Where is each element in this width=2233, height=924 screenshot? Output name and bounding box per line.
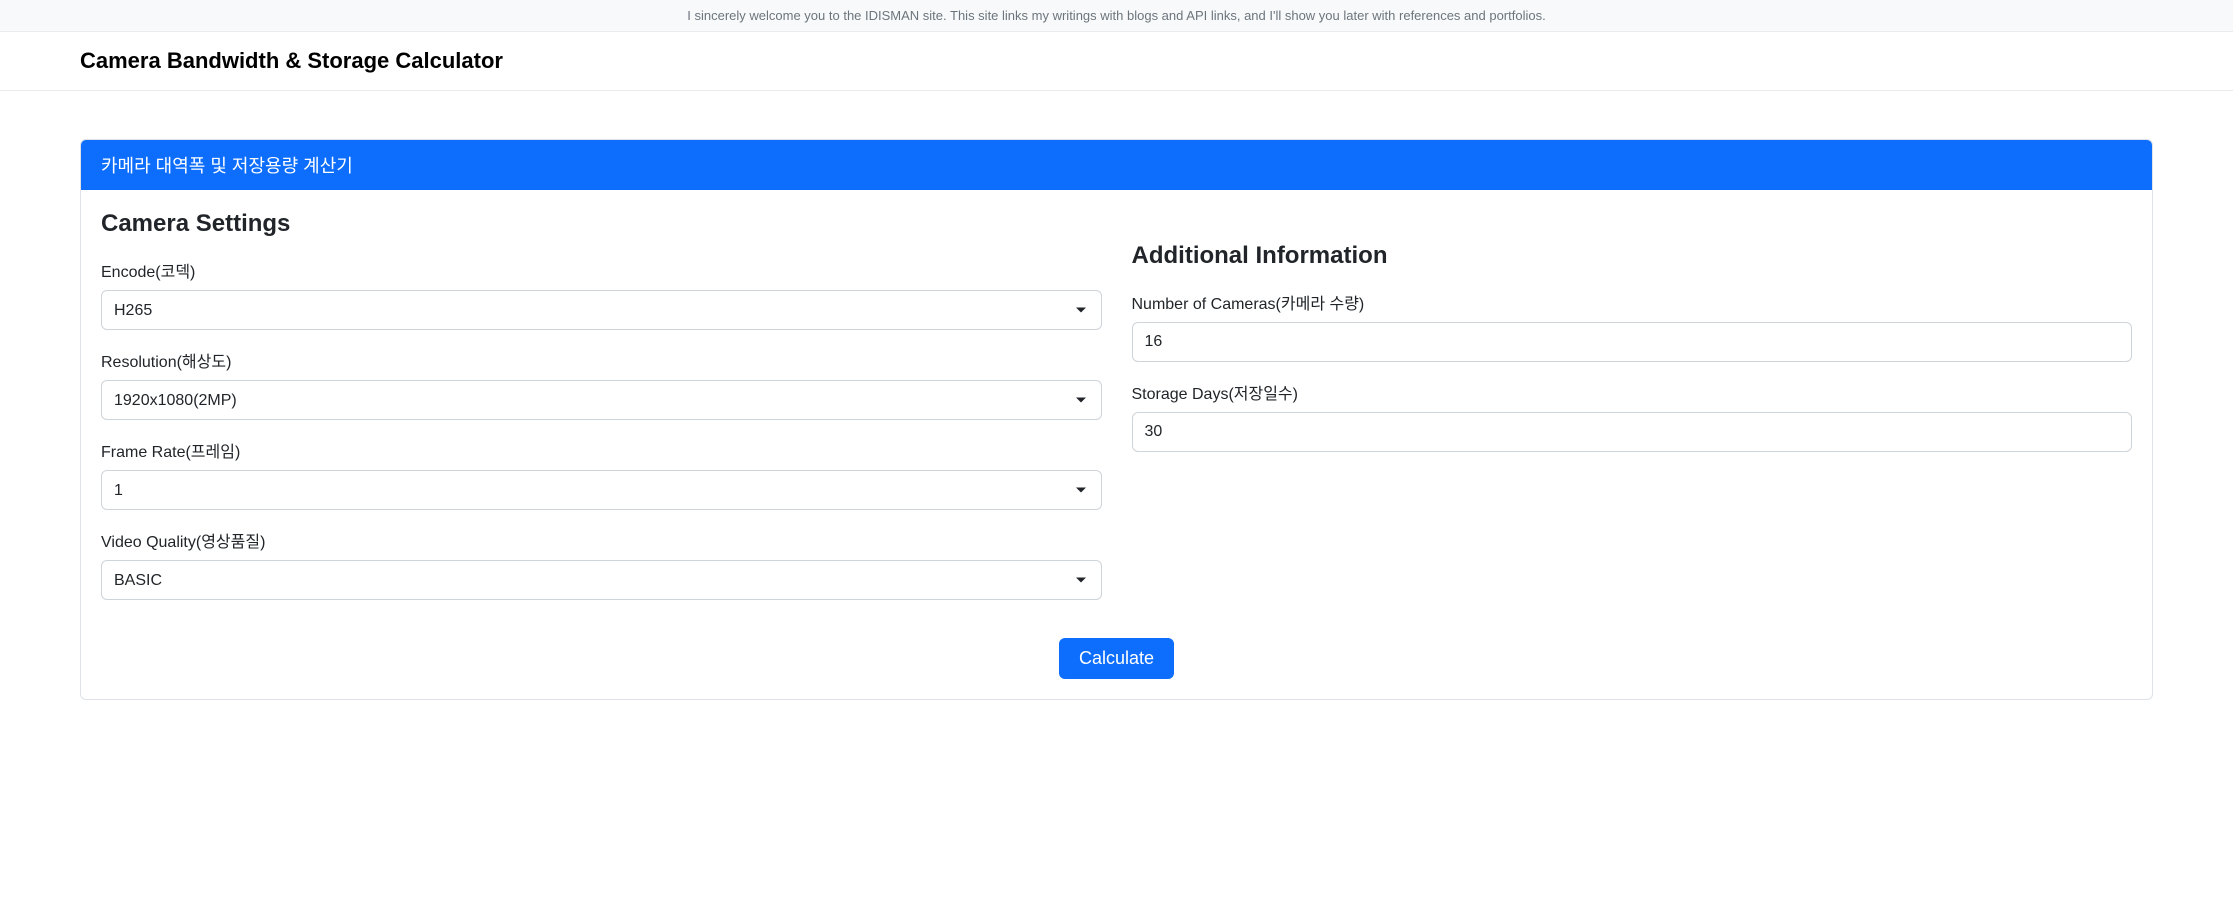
card-body: Camera Settings Encode(코덱) H265 Resoluti… [81,190,2152,699]
storage-days-input[interactable] [1132,412,2133,452]
encode-select[interactable]: H265 [101,290,1102,330]
card-header: 카메라 대역폭 및 저장용량 계산기 [81,140,2152,190]
framerate-label: Frame Rate(프레임) [101,438,1102,462]
camera-settings-column: Camera Settings Encode(코덱) H265 Resoluti… [101,210,1102,618]
quality-select[interactable]: BASIC [101,560,1102,600]
encode-label: Encode(코덱) [101,258,1102,282]
additional-info-title: Additional Information [1132,242,2133,270]
quality-label: Video Quality(영상품질) [101,528,1102,552]
framerate-select[interactable]: 1 [101,470,1102,510]
storage-days-label: Storage Days(저장일수) [1132,380,2133,404]
calculator-card: 카메라 대역폭 및 저장용량 계산기 Camera Settings Encod… [80,139,2153,700]
top-banner: I sincerely welcome you to the IDISMAN s… [0,0,2233,32]
storage-days-group: Storage Days(저장일수) [1132,380,2133,452]
num-cameras-group: Number of Cameras(카메라 수량) [1132,290,2133,362]
banner-text: I sincerely welcome you to the IDISMAN s… [687,8,1545,23]
num-cameras-input[interactable] [1132,322,2133,362]
navbar-title: Camera Bandwidth & Storage Calculator [0,48,2233,74]
calculate-button[interactable]: Calculate [1059,638,1174,679]
framerate-group: Frame Rate(프레임) 1 [101,438,1102,510]
navbar: Camera Bandwidth & Storage Calculator [0,32,2233,91]
encode-group: Encode(코덱) H265 [101,258,1102,330]
resolution-label: Resolution(해상도) [101,348,1102,372]
resolution-select[interactable]: 1920x1080(2MP) [101,380,1102,420]
num-cameras-label: Number of Cameras(카메라 수량) [1132,290,2133,314]
camera-settings-title: Camera Settings [101,210,1102,238]
additional-info-column: Additional Information Number of Cameras… [1132,210,2133,618]
resolution-group: Resolution(해상도) 1920x1080(2MP) [101,348,1102,420]
quality-group: Video Quality(영상품질) BASIC [101,528,1102,600]
